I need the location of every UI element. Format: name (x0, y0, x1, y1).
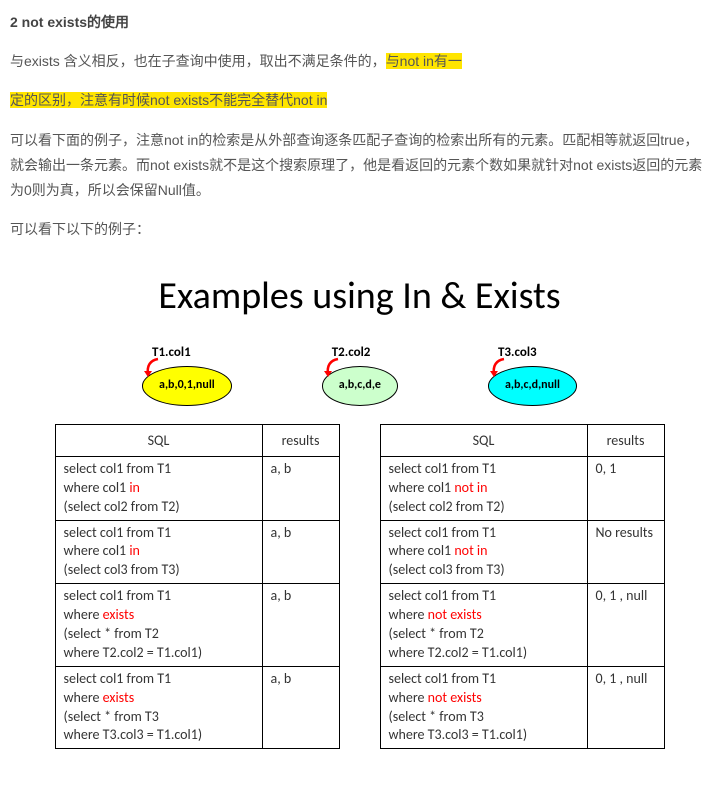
sql-line: where T2.col2 = T1.col1) (389, 644, 528, 661)
arrow-icon (142, 357, 162, 381)
p1-text: 与exists 含义相反，也在子查询中使用，取出不满足条件的， (10, 53, 386, 69)
th-results: results (587, 424, 664, 456)
sql-line: (select * from T3 (64, 708, 159, 725)
sql-line: (select col2 from T2) (64, 498, 180, 515)
result-cell: a, b (262, 666, 339, 749)
column-definitions: T1.col1 a,b,0,1,null T2.col2 a,b,c,d,e T… (10, 341, 709, 406)
sql-line: select col1 from T1 (64, 670, 172, 687)
sql-line: (select col3 from T3) (389, 561, 505, 578)
sql-line: (select col2 from T2) (389, 498, 505, 515)
sql-line: select col1 from T1 (389, 524, 497, 541)
table-row: select col1 from T1 where exists (select… (55, 584, 339, 667)
highlight-2: 定的区别，注意有时候not exists不能完全替代not in (10, 92, 327, 108)
sql-line: where (389, 606, 428, 623)
sql-line: where T3.col3 = T1.col1) (389, 726, 528, 743)
sql-line: where col1 (64, 542, 130, 559)
sql-keyword: not exists (428, 606, 482, 623)
col-t2: T2.col2 a,b,c,d,e (322, 341, 398, 406)
sql-line: select col1 from T1 (64, 524, 172, 541)
paragraph-2: 可以看下面的例子，注意not in的检索是从外部查询逐条匹配子查询的检索出所有的… (10, 128, 709, 204)
result-cell: 0, 1 , null (587, 584, 664, 667)
sql-line: where col1 (64, 479, 130, 496)
sql-line: where (64, 606, 103, 623)
table-row: select col1 from T1 where col1 not in (s… (380, 520, 664, 584)
col-t1: T1.col1 a,b,0,1,null (142, 341, 232, 406)
result-cell: 0, 1 , null (587, 666, 664, 749)
sql-line: where col1 (389, 542, 455, 559)
sql-cell: select col1 from T1 where col1 not in (s… (380, 456, 587, 520)
sql-cell: select col1 from T1 where exists (select… (55, 666, 262, 749)
sql-line: (select * from T2 (389, 625, 484, 642)
th-sql: SQL (380, 424, 587, 456)
sql-line: (select col3 from T3) (64, 561, 180, 578)
examples-diagram: Examples using In & Exists T1.col1 a,b,0… (10, 262, 709, 749)
sql-line: select col1 from T1 (389, 670, 497, 687)
sql-line: where (64, 689, 103, 706)
sql-keyword: not exists (428, 689, 482, 706)
sql-cell: select col1 from T1 where col1 not in (s… (380, 520, 587, 584)
paragraph-3: 可以看下以下的例子： (10, 217, 709, 242)
th-results: results (262, 424, 339, 456)
sql-keyword: not in (454, 542, 487, 559)
sql-line: where T3.col3 = T1.col1) (64, 726, 203, 743)
sql-cell: select col1 from T1 where exists (select… (55, 584, 262, 667)
sql-keyword: in (129, 542, 140, 559)
sql-line: where col1 (389, 479, 455, 496)
sql-keyword: in (129, 479, 140, 496)
col-t3: T3.col3 a,b,c,d,null (488, 341, 577, 406)
sql-keyword: not in (454, 479, 487, 496)
sql-cell: select col1 from T1 where not exists (se… (380, 666, 587, 749)
sql-tables: SQL results select col1 from T1 where co… (10, 424, 709, 750)
sql-cell: select col1 from T1 where not exists (se… (380, 584, 587, 667)
sql-keyword: exists (103, 689, 135, 706)
table-header-row: SQL results (380, 424, 664, 456)
sql-line: select col1 from T1 (389, 460, 497, 477)
sql-line: select col1 from T1 (64, 587, 172, 604)
sql-keyword: exists (103, 606, 135, 623)
sql-line: (select * from T2 (64, 625, 159, 642)
result-cell: 0, 1 (587, 456, 664, 520)
sql-line: select col1 from T1 (64, 460, 172, 477)
paragraph-1: 与exists 含义相反，也在子查询中使用，取出不满足条件的，与not in有一 (10, 49, 709, 74)
diagram-title: Examples using In & Exists (10, 262, 709, 330)
paragraph-1b: 定的区别，注意有时候not exists不能完全替代not in (10, 88, 709, 113)
right-sql-table: SQL results select col1 from T1 where co… (380, 424, 665, 750)
table-header-row: SQL results (55, 424, 339, 456)
th-sql: SQL (55, 424, 262, 456)
table-row: select col1 from T1 where exists (select… (55, 666, 339, 749)
result-cell: a, b (262, 584, 339, 667)
table-row: select col1 from T1 where col1 not in (s… (380, 456, 664, 520)
sql-cell: select col1 from T1 where col1 in (selec… (55, 456, 262, 520)
result-cell: a, b (262, 456, 339, 520)
arrow-icon (322, 357, 342, 381)
table-row: select col1 from T1 where not exists (se… (380, 666, 664, 749)
result-cell: No results (587, 520, 664, 584)
left-sql-table: SQL results select col1 from T1 where co… (55, 424, 340, 750)
highlight-1: 与not in有一 (386, 53, 462, 69)
result-cell: a, b (262, 520, 339, 584)
sql-cell: select col1 from T1 where col1 in (selec… (55, 520, 262, 584)
table-row: select col1 from T1 where col1 in (selec… (55, 456, 339, 520)
sql-line: (select * from T3 (389, 708, 484, 725)
sql-line: select col1 from T1 (389, 587, 497, 604)
table-row: select col1 from T1 where col1 in (selec… (55, 520, 339, 584)
table-row: select col1 from T1 where not exists (se… (380, 584, 664, 667)
sql-line: where (389, 689, 428, 706)
arrow-icon (488, 357, 508, 381)
sql-line: where T2.col2 = T1.col1) (64, 644, 203, 661)
section-heading: 2 not exists的使用 (10, 10, 709, 35)
